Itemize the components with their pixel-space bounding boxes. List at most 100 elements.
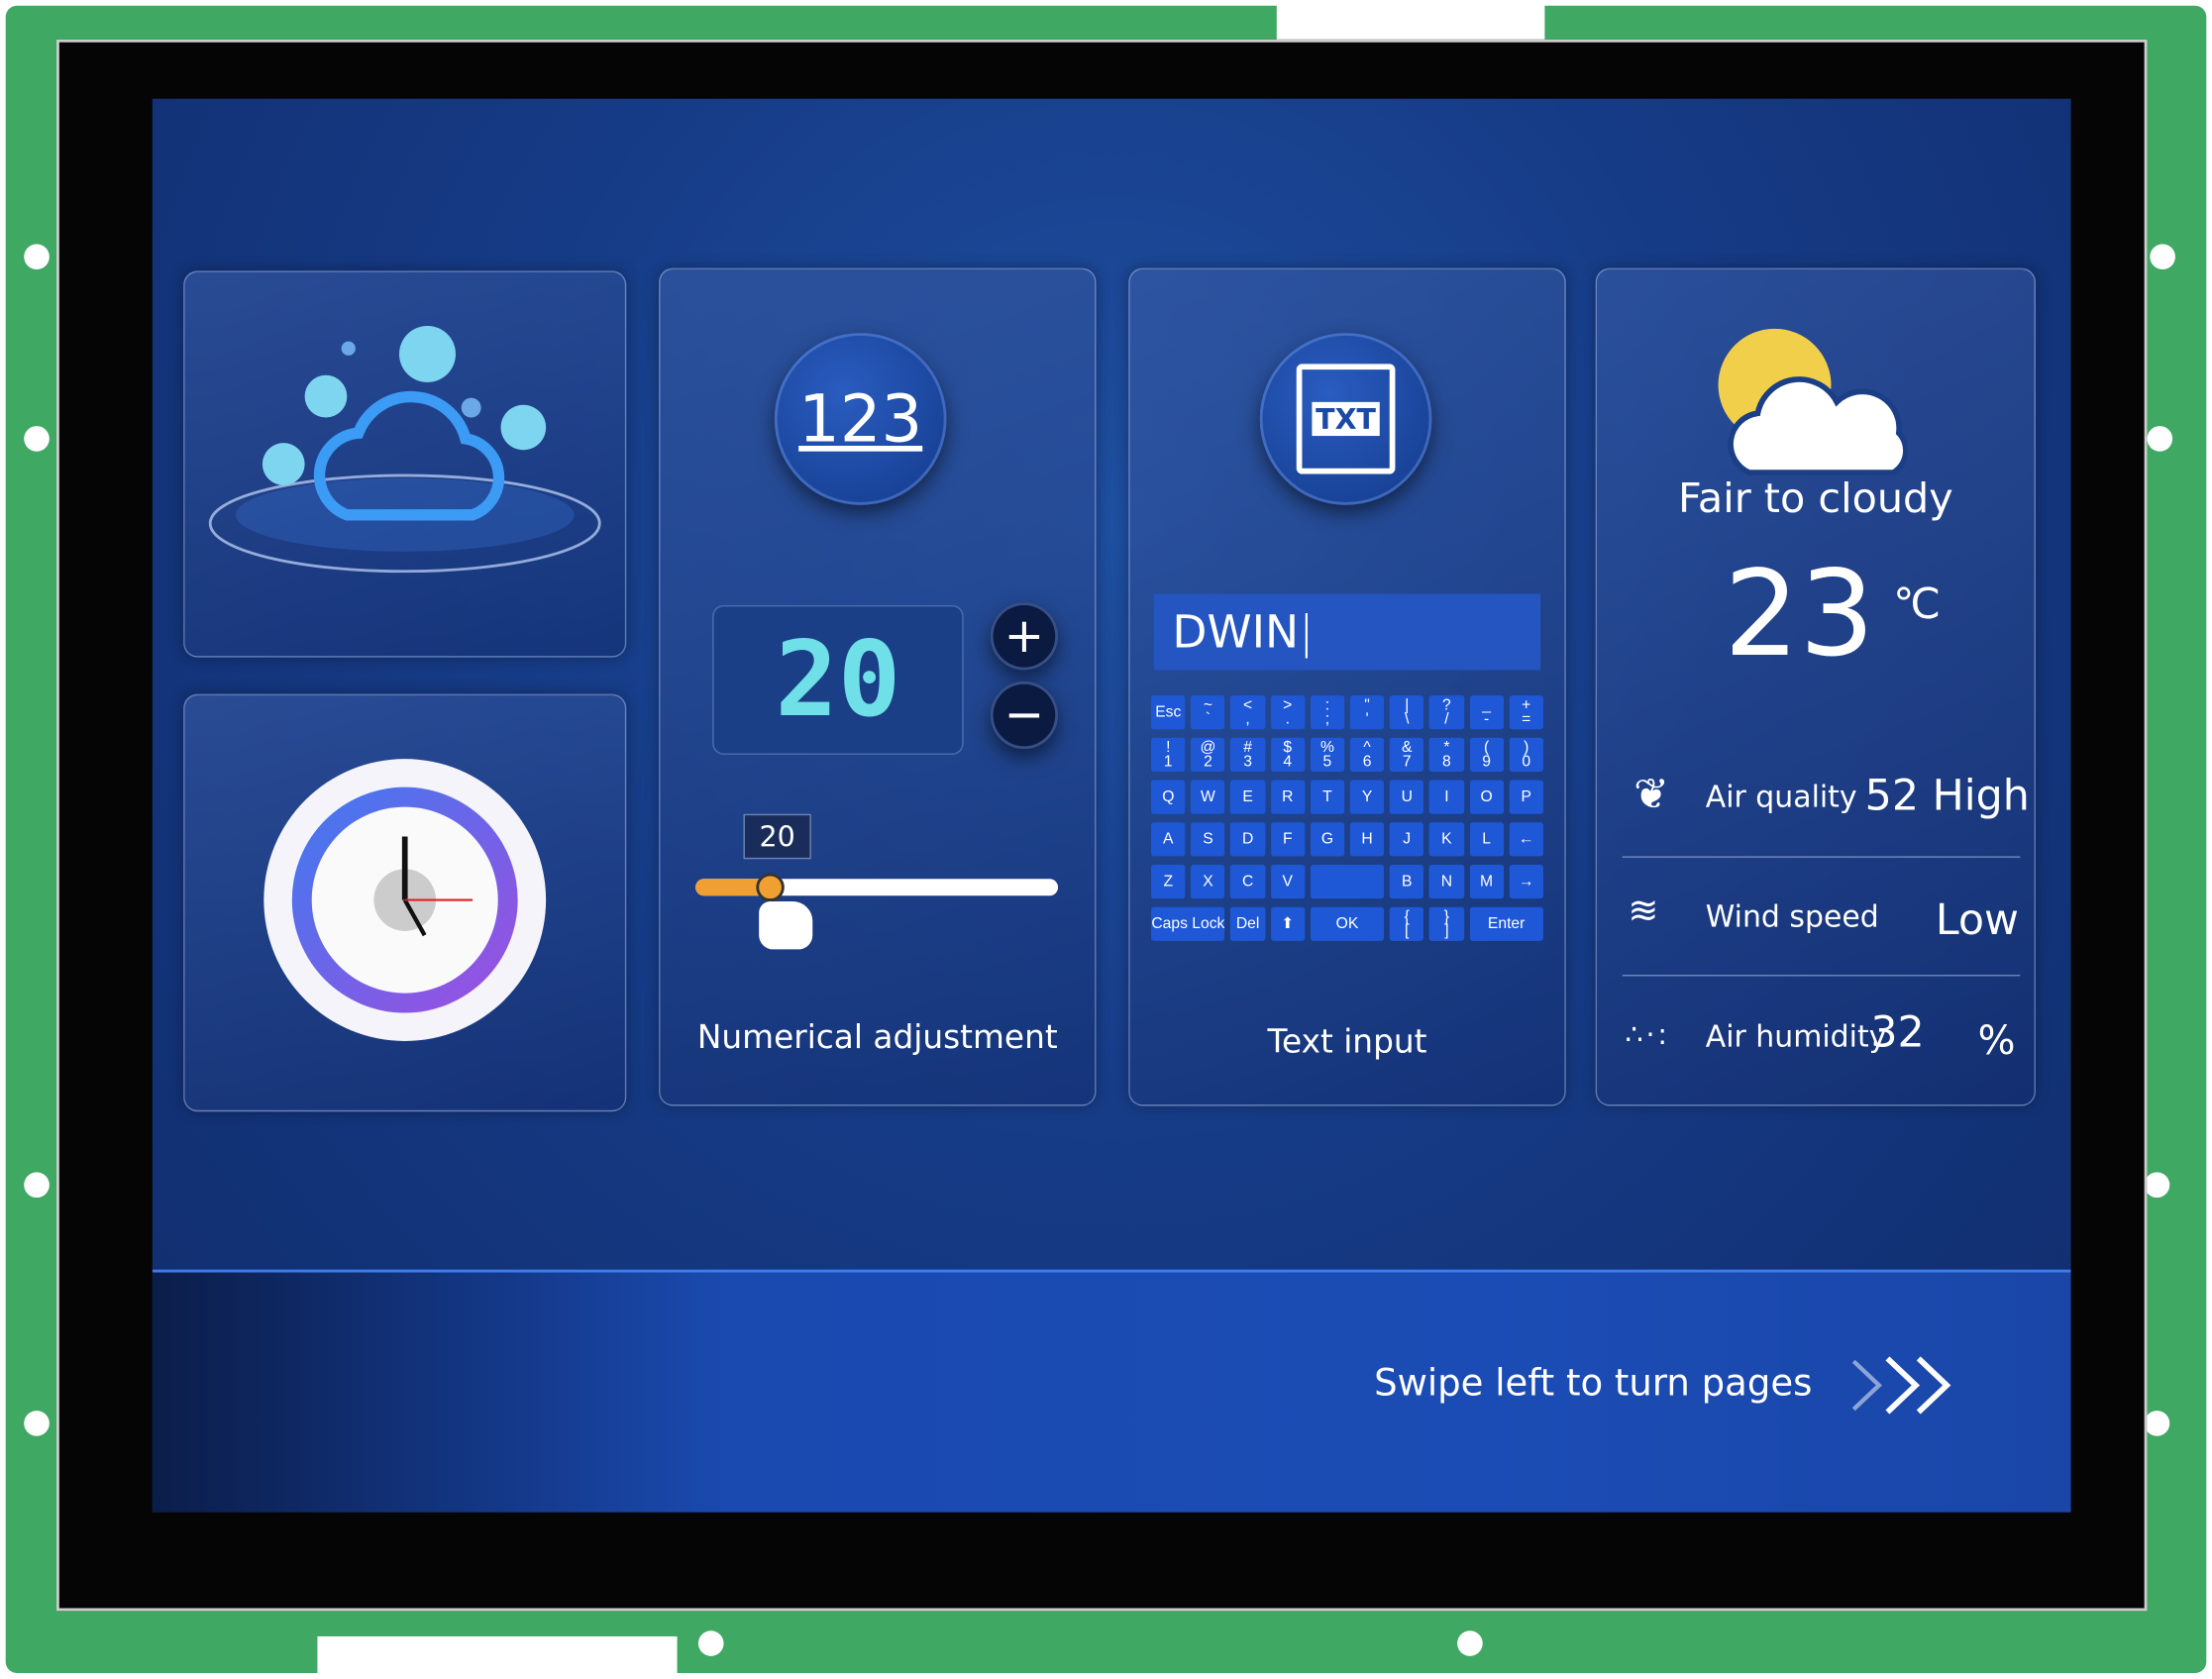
key-label: A [1163,830,1174,848]
key-label-secondary: - [1483,710,1490,728]
key[interactable]: " ' [1349,695,1385,730]
key-label: Z [1163,873,1174,891]
key[interactable]: V [1270,864,1306,899]
value-slider[interactable] [695,873,1059,901]
key[interactable]: W [1191,780,1225,814]
key-label-secondary: 6 [1362,753,1372,771]
key[interactable]: R [1270,780,1306,814]
key[interactable]: T [1310,780,1345,814]
double-chevron-right-icon[interactable] [1845,1350,1958,1420]
key[interactable]: D [1230,822,1265,857]
key[interactable]: Z [1151,864,1186,899]
cloud-iot-icon [208,325,601,574]
key-label-secondary: 8 [1442,753,1451,771]
key[interactable]: <, [1230,695,1265,730]
slider-value-tooltip: 20 [743,813,811,860]
key[interactable] [1310,864,1385,899]
slider-handle[interactable] [756,873,786,901]
key[interactable]: X [1191,864,1225,899]
pcb-notch [1276,0,1545,40]
wind-speed-value: Low [1935,895,2019,946]
key[interactable]: Enter [1469,906,1543,941]
key[interactable]: Y [1349,780,1385,814]
key[interactable]: I [1429,780,1464,814]
key[interactable]: F [1270,822,1306,857]
key[interactable]: (9 [1469,737,1504,772]
mount-hole [697,1630,724,1656]
key[interactable]: * 8 [1429,737,1464,772]
key[interactable]: → [1509,864,1543,899]
key[interactable]: C [1230,864,1265,899]
key[interactable]: ! 1 [1151,737,1186,772]
number-icon[interactable]: 123 [774,333,947,505]
key[interactable]: }] [1429,906,1464,941]
key[interactable]: E [1230,780,1265,814]
key[interactable]: _ - [1469,695,1504,730]
key[interactable]: & 7 [1390,737,1424,772]
key[interactable]: #3 [1230,737,1265,772]
swipe-hint: Swipe left to turn pages [1374,1362,1813,1406]
mount-hole [2150,244,2175,270]
key[interactable]: >. [1270,695,1306,730]
text-input-field[interactable]: DWIN| [1153,593,1541,671]
key[interactable]: J [1390,822,1424,857]
key[interactable]: + = [1509,695,1543,730]
page-swipe-bar[interactable]: Swipe left to turn pages [152,1269,2071,1513]
key[interactable]: B [1390,864,1424,899]
key[interactable]: ^ 6 [1349,737,1385,772]
air-quality-label: Air quality [1705,780,1857,814]
key[interactable]: ← [1509,822,1543,857]
key[interactable]: ~ ` [1191,695,1225,730]
txt-file-icon[interactable]: TXT [1259,333,1432,505]
key[interactable]: L [1469,822,1504,857]
smart-home-card[interactable] [183,270,627,658]
key-label-secondary: [ [1405,922,1410,940]
key[interactable]: Caps Lock [1151,906,1225,941]
key[interactable]: A [1151,822,1186,857]
key[interactable]: OK [1310,906,1385,941]
key[interactable]: ) 0 [1509,737,1543,772]
lcd-screen: 123 20 + − 20 Numerical adjustment TXT D… [152,98,2071,1513]
increment-button[interactable]: + [990,602,1059,671]
decrement-button[interactable]: − [990,681,1059,750]
key[interactable]: ⬆ [1270,906,1306,941]
key-label-secondary: ] [1444,922,1449,940]
key-label: I [1444,788,1449,806]
key[interactable]: O [1469,780,1504,814]
air-humidity-label: Air humidity [1705,1019,1887,1054]
key[interactable]: Q [1151,780,1186,814]
key[interactable]: H [1349,822,1385,857]
key[interactable]: Esc [1151,695,1186,730]
clock-icon [263,759,547,1041]
key[interactable]: % 5 [1310,737,1345,772]
key[interactable]: G [1310,822,1345,857]
key[interactable]: K [1429,822,1464,857]
key-label-secondary: ' [1365,710,1369,728]
key[interactable]: ? / [1429,695,1464,730]
wind-icon: ≋ [1628,890,1659,933]
key[interactable]: U [1390,780,1424,814]
key-label-secondary: 7 [1402,753,1412,771]
key[interactable]: S [1191,822,1225,857]
key[interactable]: $4 [1270,737,1306,772]
key[interactable]: @2 [1191,737,1225,772]
txt-label: TXT [1311,401,1381,437]
key[interactable]: Del [1230,906,1265,941]
key-label-secondary: 2 [1204,753,1212,771]
clock-card[interactable] [183,693,627,1112]
key[interactable]: | \ [1390,695,1424,730]
key[interactable]: P [1509,780,1543,814]
weather-card: Fair to cloudy 23 ℃ ❦ Air quality 52 Hig… [1595,267,2036,1106]
key[interactable]: {[ [1390,906,1424,941]
key[interactable]: M [1469,864,1504,899]
temperature-unit: ℃ [1893,579,1942,630]
key-label: J [1403,830,1412,848]
key-label-secondary: 1 [1163,753,1173,771]
key-label: O [1480,788,1493,806]
key[interactable]: N [1429,864,1464,899]
mount-hole [2147,426,2173,452]
air-humidity-value: 32 [1870,1008,1925,1059]
key[interactable]: :; [1310,695,1345,730]
key-label: N [1440,873,1453,891]
number-display: 20 [712,604,964,755]
